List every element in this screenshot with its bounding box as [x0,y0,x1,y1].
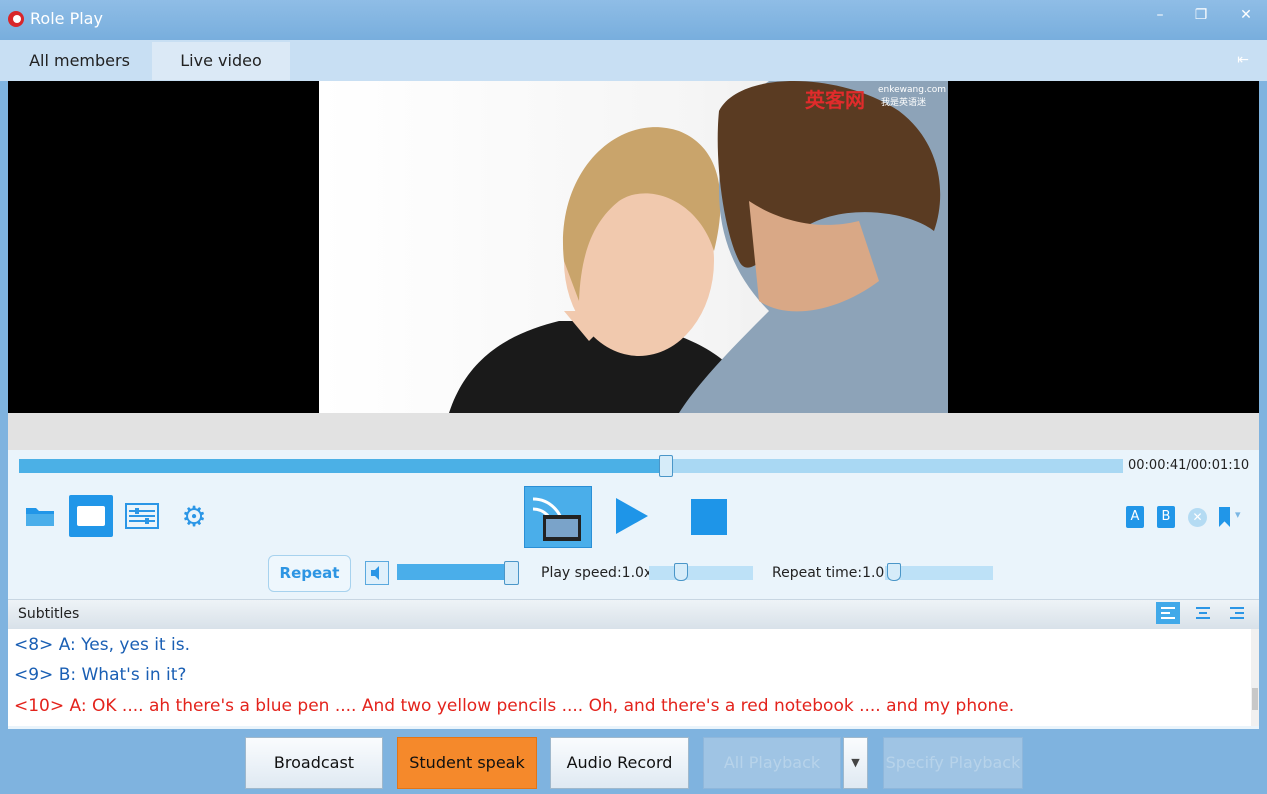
restore-button[interactable]: ❐ [1187,4,1215,26]
progress-handle[interactable] [658,455,673,477]
play-button[interactable] [616,498,648,534]
align-left-icon[interactable] [1156,602,1180,624]
subtitle-line[interactable]: <9> B: What's in it? [14,665,186,685]
title-bar [0,0,1267,40]
watermark-logo: 英客网 [805,88,865,112]
repeat-time-slider[interactable] [885,566,993,580]
broadcast-button[interactable]: Broadcast [245,737,383,789]
video-scene-image [449,81,948,413]
audio-record-button[interactable]: Audio Record [550,737,689,789]
app-logo-icon [8,11,24,27]
watermark-slogan: 我是英语迷 [881,98,927,108]
specify-playback-button[interactable]: Specify Playback [883,737,1023,789]
open-folder-icon[interactable] [22,498,58,534]
volume-slider[interactable] [397,564,517,580]
play-speed-slider[interactable] [649,566,753,580]
play-speed-handle[interactable] [674,563,689,581]
volume-icon[interactable] [365,561,389,585]
play-speed-label: Play speed:1.0x [541,565,653,581]
tab-live-video[interactable]: Live video [152,42,290,80]
clear-role-icon[interactable]: ✕ [1188,508,1207,527]
minimize-button[interactable]: – [1146,4,1174,26]
subtitle-line-current[interactable]: <10> A: OK .... ah there's a blue pen ..… [14,696,1014,716]
role-a-button[interactable]: A [1126,506,1144,528]
playback-dropdown-icon[interactable]: ▼ [843,737,868,789]
collapse-panel-icon[interactable]: ⇤ [1233,52,1253,68]
stop-button[interactable] [691,499,727,535]
subtitle-line[interactable]: <8> A: Yes, yes it is. [14,635,190,655]
broadcast-video-icon[interactable] [524,486,592,548]
equalizer-icon[interactable] [124,498,160,534]
settings-gear-icon[interactable]: ⚙ [176,498,212,534]
subtitles-title: Subtitles [18,606,80,622]
subtitles-scrollbar[interactable] [1251,629,1259,726]
time-display: 00:00:41/00:01:10 [1128,458,1250,473]
repeat-time-handle[interactable] [887,563,902,581]
subtitles-header [8,599,1259,629]
close-button[interactable]: ✕ [1232,4,1260,26]
role-b-button[interactable]: B [1157,506,1175,528]
video-frame [319,81,948,413]
repeat-button[interactable]: Repeat [268,555,351,592]
repeat-time-label: Repeat time:1.0x [772,565,893,581]
student-speak-button[interactable]: Student speak [397,737,537,789]
volume-handle[interactable] [504,561,519,585]
all-playback-button[interactable]: All Playback [703,737,841,789]
tab-all-members[interactable]: All members [8,42,151,80]
align-center-icon[interactable] [1191,602,1215,624]
progress-fill [19,459,665,473]
align-right-icon[interactable] [1225,602,1249,624]
window-title: Role Play [30,9,103,28]
subtitle-toggle-icon[interactable] [69,495,113,537]
bookmark-dropdown-icon[interactable]: ▾ [1235,508,1241,521]
scrollbar-thumb[interactable] [1252,688,1258,710]
video-status-band [8,413,1259,450]
watermark-url: enkewang.com [878,85,947,95]
